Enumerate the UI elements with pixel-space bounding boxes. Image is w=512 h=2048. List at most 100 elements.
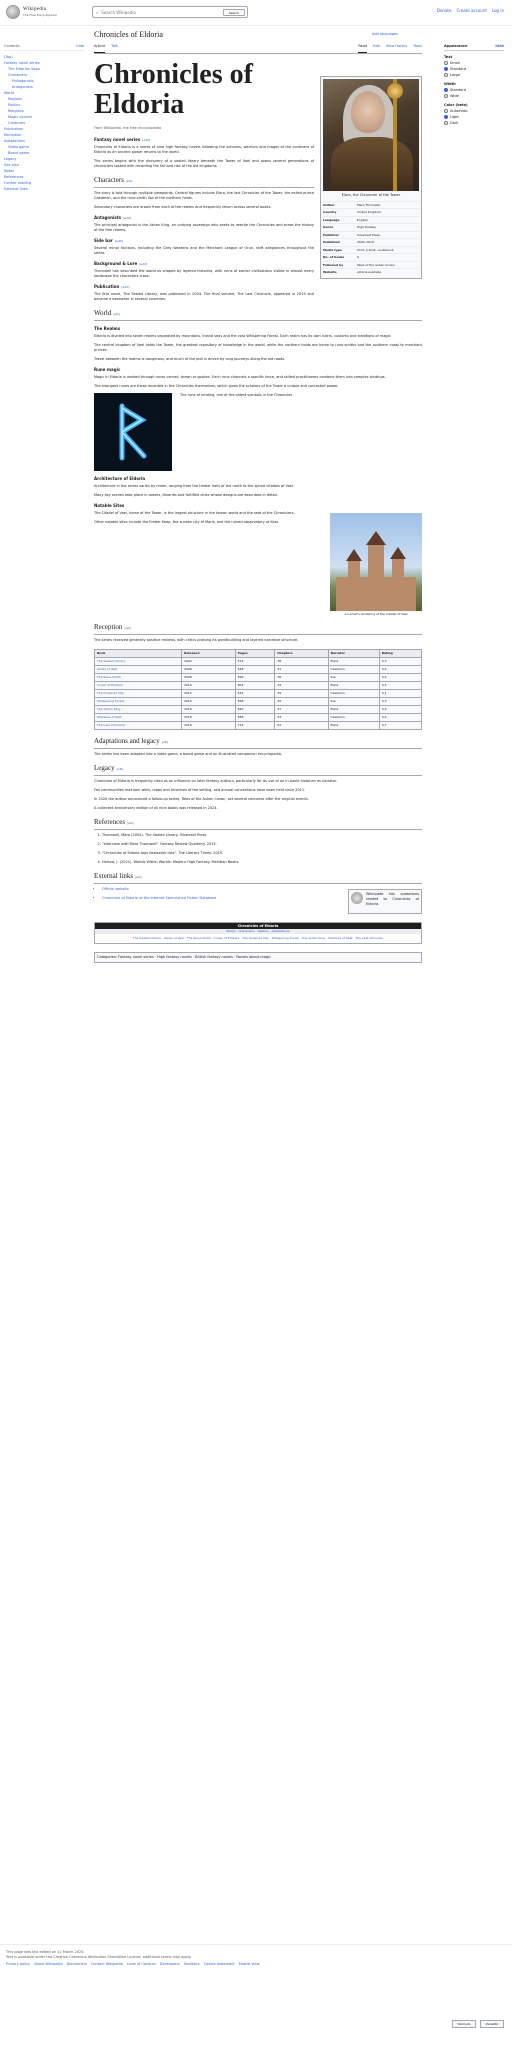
radio-icon[interactable] bbox=[444, 94, 448, 98]
edit-link[interactable]: [edit] bbox=[142, 138, 150, 142]
reference-item[interactable]: Thornwell, Mara (2004). The Sealed Libra… bbox=[102, 833, 422, 838]
footer-link[interactable]: Mobile view bbox=[239, 1962, 260, 1967]
books-table: Book Released Pages Chapters Narrator Rating … bbox=[93, 649, 423, 730]
radio-icon[interactable] bbox=[444, 73, 448, 77]
section-heading-adaptations: Adaptations and legacy [edit] bbox=[94, 737, 422, 749]
tab-talk[interactable]: Talk bbox=[111, 44, 118, 53]
section-heading: Side bar [edit] bbox=[94, 238, 314, 244]
table-cell: 43 bbox=[274, 713, 329, 722]
castle-image[interactable] bbox=[330, 513, 422, 611]
width-option[interactable]: Wide bbox=[444, 93, 504, 99]
languages-button[interactable]: Add languages bbox=[372, 32, 398, 37]
rune-image[interactable] bbox=[94, 393, 172, 471]
text-size-option[interactable]: Large bbox=[444, 72, 504, 78]
toc-hide-button[interactable]: hide bbox=[76, 44, 84, 49]
appearance-hide-button[interactable]: hide bbox=[495, 44, 504, 49]
section-heading-world: World [edit] bbox=[94, 309, 422, 321]
radio-icon[interactable] bbox=[444, 88, 448, 92]
table-header: Pages bbox=[234, 649, 276, 658]
edit-link[interactable]: [edit] bbox=[127, 821, 134, 825]
tab-edit[interactable]: Edit bbox=[373, 44, 380, 53]
section-heading-legacy: Legacy [edit] bbox=[94, 764, 422, 776]
color-option[interactable]: Dark bbox=[444, 120, 504, 126]
table-cell: 4.6 bbox=[378, 705, 423, 714]
footer-link[interactable]: Statistics bbox=[184, 1962, 200, 1967]
paragraph: Architecture in the series varies by rea… bbox=[94, 484, 295, 488]
table-cell[interactable]: Shadows of Kest bbox=[93, 713, 183, 722]
edit-link[interactable]: [edit] bbox=[126, 179, 133, 183]
table-cell: Ilsa bbox=[327, 697, 380, 706]
paragraph: The series has been adapted into a video… bbox=[94, 752, 282, 756]
footer-link[interactable]: Privacy policy bbox=[6, 1962, 30, 1967]
radio-icon[interactable] bbox=[444, 67, 448, 71]
wikiquote-icon bbox=[351, 892, 363, 904]
search-input[interactable]: ⌕ Search Wikipedia Search bbox=[92, 6, 248, 18]
edit-link[interactable]: [edit] bbox=[121, 285, 129, 289]
edit-link[interactable]: [edit] bbox=[115, 239, 123, 243]
navbox: Chronicles of Eldoria Books · Characters… bbox=[94, 922, 422, 944]
edit-link[interactable]: [edit] bbox=[162, 740, 169, 744]
create-account-link[interactable]: Create account bbox=[456, 8, 487, 13]
mediawiki-badge[interactable]: MediaWiki bbox=[480, 2020, 504, 2028]
paragraph: Fan communities maintain wikis, maps and… bbox=[94, 788, 306, 792]
table-cell: 4.4 bbox=[378, 665, 423, 674]
footer-link[interactable]: Developers bbox=[160, 1962, 180, 1967]
table-row: Shadows of Kest 2018 588 43 Caedmon 4.4 bbox=[93, 713, 423, 722]
section-heading-references: References [edit] bbox=[94, 818, 422, 830]
wikimedia-badge[interactable]: Wikimedia bbox=[452, 2020, 476, 2028]
tab-history[interactable]: View history bbox=[386, 44, 407, 53]
donate-link[interactable]: Donate bbox=[437, 8, 452, 13]
tab-tools[interactable]: Tools bbox=[413, 44, 422, 53]
appearance-panel: Appearance hide Text Small Standard Large … bbox=[444, 44, 504, 126]
navbox-links[interactable]: The Sealed Library · Ashes of Vael · The… bbox=[95, 934, 421, 943]
table-cell: 52 bbox=[274, 721, 329, 730]
footer-link[interactable]: Code of Conduct bbox=[127, 1962, 156, 1967]
reference-item[interactable]: "Chronicles of Eldoria tops bestseller l… bbox=[102, 851, 422, 856]
text-size-option-label: Large bbox=[450, 73, 460, 77]
footer-link[interactable]: Disclaimers bbox=[67, 1962, 87, 1967]
edit-link[interactable]: [edit] bbox=[124, 626, 131, 630]
table-cell[interactable]: The Ashen King bbox=[93, 705, 183, 714]
radio-icon[interactable] bbox=[444, 61, 448, 65]
table-cell[interactable]: Ashes of Vael bbox=[93, 665, 183, 674]
table-cell[interactable]: Crown of Embers bbox=[93, 681, 183, 690]
castle-caption: An artist's rendering of the Citadel of … bbox=[344, 612, 408, 616]
paragraph: Chronicles of Eldoria is frequently cite… bbox=[94, 779, 338, 783]
table-row: The Rune-Smith 2008 496 36 Ilsa 4.2 bbox=[93, 673, 423, 682]
table-cell: 38 bbox=[274, 657, 329, 666]
table-cell[interactable]: The Sealed Library bbox=[93, 657, 183, 666]
footer-link[interactable]: Cookie statement bbox=[204, 1962, 235, 1967]
site-logo[interactable]: Wikipedia The Free Encyclopedia bbox=[6, 5, 96, 19]
table-row: The Sealed Library 2004 512 38 Elara 4.3 bbox=[93, 657, 423, 666]
table-cell[interactable]: Whispering Forest bbox=[93, 697, 183, 706]
table-cell: 4.3 bbox=[378, 657, 423, 666]
page-tabs: Article Talk Read Edit View history Tool… bbox=[94, 44, 422, 54]
tab-read[interactable]: Read bbox=[358, 44, 368, 53]
table-cell: 2014 bbox=[181, 697, 236, 706]
radio-icon[interactable] bbox=[444, 109, 448, 113]
reference-item[interactable]: "Interview with Mara Thornwell". Fantasy… bbox=[102, 842, 422, 847]
edit-link[interactable]: [edit] bbox=[135, 875, 142, 879]
footer-link[interactable]: Contact Wikipedia bbox=[91, 1962, 123, 1967]
footer-link[interactable]: About Wikipedia bbox=[34, 1962, 63, 1967]
edit-link[interactable]: [edit] bbox=[117, 767, 124, 771]
table-cell[interactable]: The Drowned City bbox=[93, 689, 183, 698]
table-cell: 2010 bbox=[181, 681, 236, 690]
table-cell: 39 bbox=[274, 689, 329, 698]
table-cell[interactable]: The Rune-Smith bbox=[93, 673, 183, 682]
search-button[interactable]: Search bbox=[223, 9, 245, 16]
table-cell: 4.7 bbox=[378, 721, 423, 730]
login-link[interactable]: Log in bbox=[492, 8, 504, 13]
edit-link[interactable]: [edit] bbox=[113, 312, 120, 316]
table-cell[interactable]: The Last Chronicle bbox=[93, 721, 183, 730]
radio-icon[interactable] bbox=[444, 115, 448, 119]
tab-article[interactable]: Article bbox=[94, 44, 106, 53]
edit-link[interactable]: [edit] bbox=[123, 216, 131, 220]
table-cell: 4.4 bbox=[378, 713, 423, 722]
category-links[interactable]: Categories: Fantasy novel series · High … bbox=[94, 951, 422, 963]
edit-link[interactable]: [edit] bbox=[139, 262, 147, 266]
toc-item[interactable]: External links bbox=[4, 186, 84, 192]
radio-icon[interactable] bbox=[444, 121, 448, 125]
reference-item[interactable]: Harlow, J. (2021). Worlds Within Worlds:… bbox=[102, 860, 422, 865]
table-cell: 640 bbox=[234, 705, 276, 714]
